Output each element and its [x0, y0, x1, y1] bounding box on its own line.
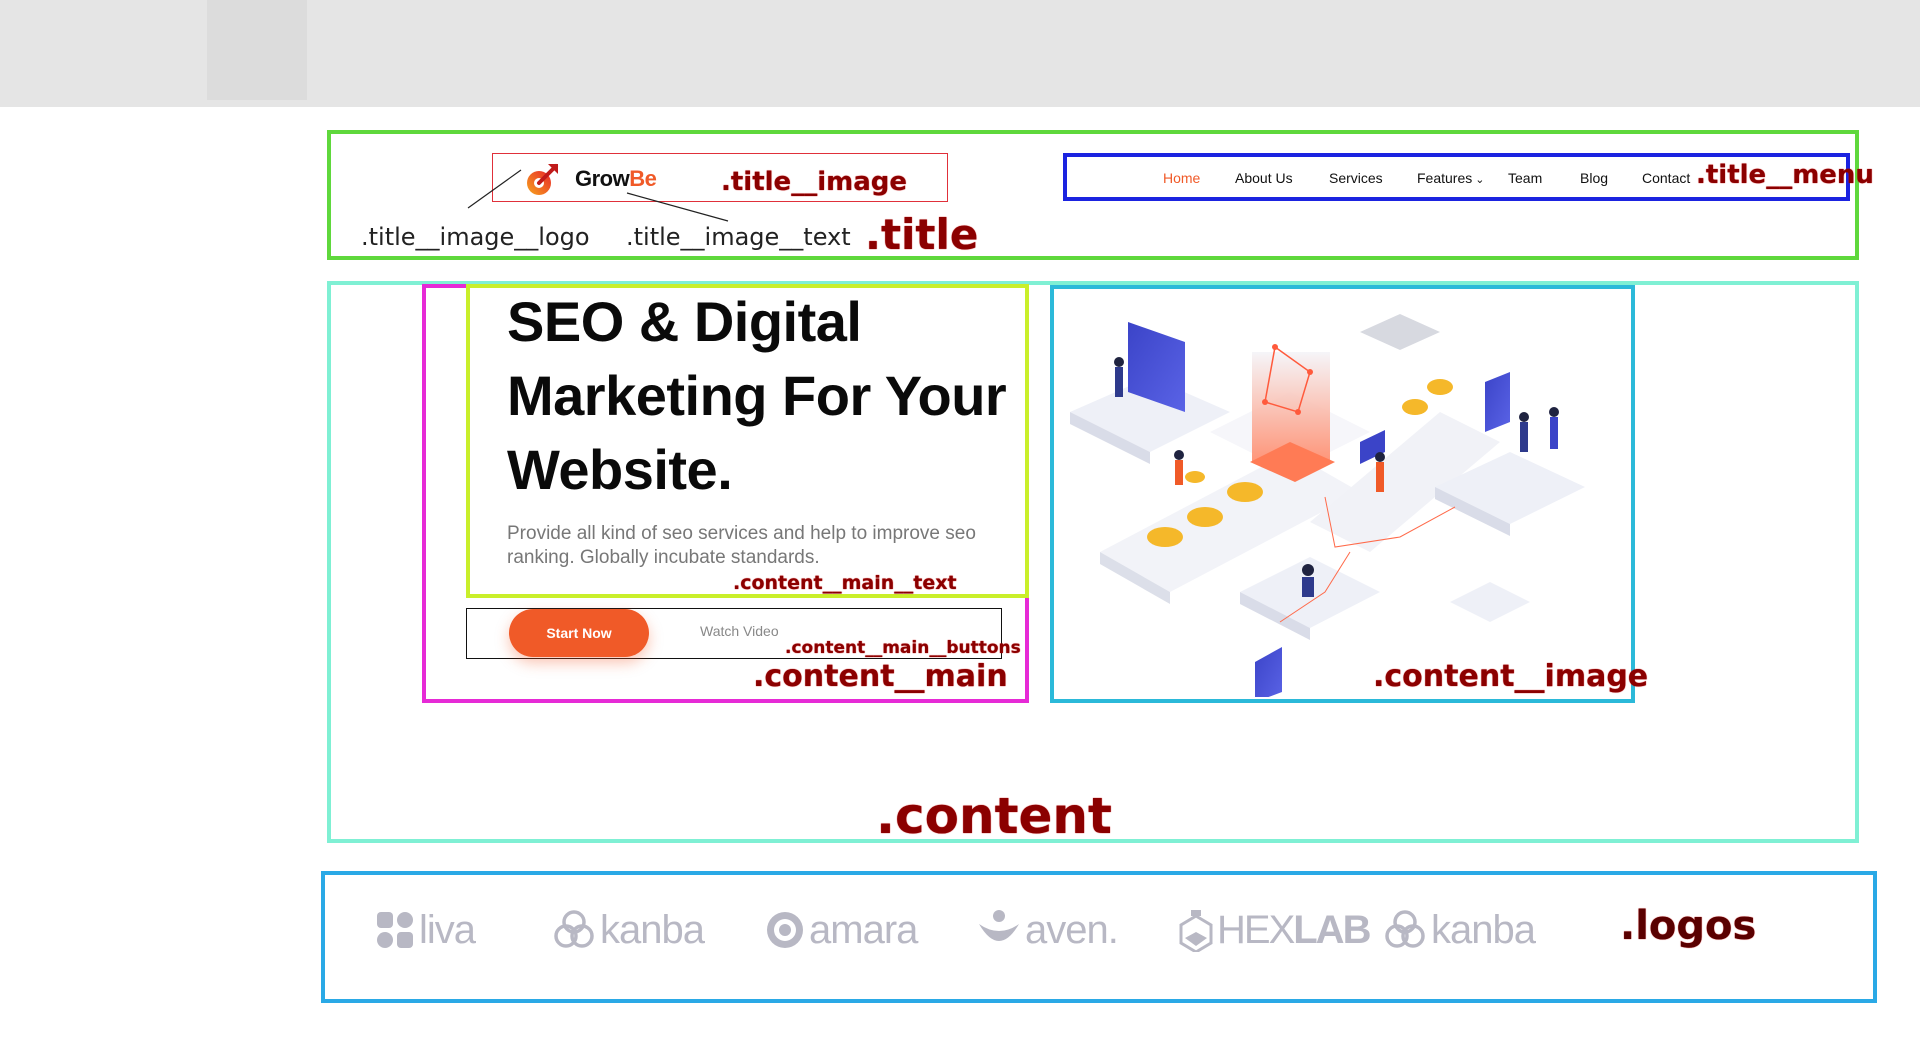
nav-contact[interactable]: Contact	[1642, 170, 1690, 186]
logo-kanba-1[interactable]: kanba	[552, 905, 705, 955]
brand-main-text: Grow	[575, 166, 630, 191]
seo-isometric-illustration	[1060, 292, 1625, 702]
annotation-title-menu: .title__menu	[1696, 160, 1874, 190]
annotation-title-image: .title__image	[721, 167, 907, 197]
annotation-title-image-text: .title__image__text	[626, 223, 851, 251]
amara-icon	[767, 912, 803, 948]
nav-home[interactable]: Home	[1163, 170, 1200, 186]
annotation-content: .content	[876, 787, 1112, 845]
hero-headline: SEO & Digital Marketing For Your Website…	[507, 285, 1047, 507]
logo-kanba-2[interactable]: kanba	[1383, 905, 1536, 955]
aven-wordmark: aven.	[1025, 907, 1119, 952]
nav-features[interactable]: Features ⌄	[1417, 170, 1484, 186]
hexlab-lab-text: LAB	[1293, 907, 1371, 952]
brand-accent-text: Be	[629, 166, 657, 191]
chevron-down-icon: ⌄	[1475, 174, 1485, 186]
annotation-content-main: .content__main	[753, 659, 1008, 694]
aven-icon	[979, 910, 1019, 941]
logo-amara[interactable]: amara	[765, 905, 918, 955]
browser-top-bar	[0, 0, 1920, 107]
annotation-content-main-text: .content__main__text	[733, 572, 957, 594]
hexlab-flask-icon	[1179, 910, 1213, 952]
liva-wordmark: liva	[419, 907, 476, 952]
kanba-icon	[554, 910, 594, 948]
annotation-title-image-logo: .title__image__logo	[361, 223, 590, 251]
kanba-icon	[1385, 910, 1425, 948]
logo-hexlab[interactable]: HEXLAB	[1179, 905, 1371, 955]
annotation-content-main-buttons: .content__main__buttons	[785, 638, 1021, 658]
kanba-wordmark: kanba	[1431, 907, 1536, 952]
annotation-title: .title	[865, 210, 979, 259]
start-now-button[interactable]: Start Now	[509, 609, 649, 657]
annotation-content-image: .content__image	[1373, 659, 1649, 694]
kanba-wordmark: kanba	[600, 907, 705, 952]
nav-team[interactable]: Team	[1508, 170, 1542, 186]
annotation-logos: .logos	[1620, 903, 1757, 949]
nav-services[interactable]: Services	[1329, 170, 1383, 186]
nav-blog[interactable]: Blog	[1580, 170, 1608, 186]
brand-name[interactable]: GrowBe	[575, 166, 657, 192]
hexlab-wordmark: HEXLAB	[1217, 907, 1371, 953]
headline-line-3: Website.	[507, 438, 733, 501]
hero-subtext: Provide all kind of seo services and hel…	[507, 523, 976, 568]
nav-features-label: Features	[1417, 170, 1473, 186]
placeholder-block	[207, 0, 307, 100]
growbe-logo-icon[interactable]	[524, 160, 562, 198]
headline-line-2: Marketing For Your	[507, 364, 1007, 427]
hexlab-hex-text: HEX	[1217, 907, 1295, 952]
logo-aven[interactable]: aven.	[977, 905, 1119, 955]
watch-video-button[interactable]: Watch Video	[700, 623, 779, 639]
nav-about-us[interactable]: About Us	[1235, 170, 1293, 186]
liva-icon	[377, 912, 413, 948]
headline-line-1: SEO & Digital	[507, 290, 862, 353]
logo-liva[interactable]: liva	[375, 905, 476, 955]
amara-wordmark: amara	[809, 907, 918, 952]
